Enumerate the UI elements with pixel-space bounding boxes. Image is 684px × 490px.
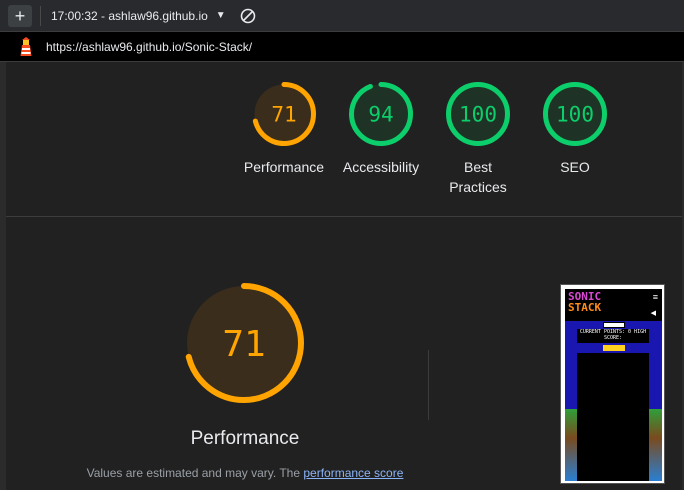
screenshot-canvas: SONIC STACK ≡ ◀ CURRENT POINTS: 0 HIGH S…: [565, 289, 662, 481]
screenshot-header: SONIC STACK ≡ ◀: [565, 289, 662, 321]
vertical-divider: [428, 350, 429, 420]
gauge-score-text: 94: [368, 103, 393, 127]
gauge-label: SEO: [560, 159, 590, 175]
devtools-toolbar: + 17:00:32 - ashlaw96.github.io ▼: [0, 0, 684, 32]
performance-score-link[interactable]: performance score: [303, 466, 403, 480]
menu-icon: ≡: [652, 292, 658, 302]
estimate-note: Values are estimated and may vary. The p…: [70, 466, 420, 480]
gauge-score-text: 71: [222, 324, 265, 365]
clear-icon[interactable]: [240, 8, 256, 24]
speaker-icon: ◀: [650, 310, 656, 317]
screenshot-game-area: [577, 353, 649, 481]
gauge-score-text: 100: [459, 103, 497, 127]
screenshot-difficulty-badge: [603, 345, 625, 351]
gauge-accessibility[interactable]: 94 Accessibility: [331, 81, 431, 177]
report-selector-label[interactable]: 17:00:32 - ashlaw96.github.io: [51, 9, 208, 23]
gauge-seo[interactable]: 100 SEO: [525, 81, 625, 177]
gauge-label: Performance: [243, 159, 325, 175]
screenshot-title: SONIC STACK: [568, 290, 602, 314]
screenshot-button: [603, 322, 625, 328]
gauge-ring: 100: [446, 82, 510, 146]
gauge-best-practices[interactable]: 100 Best Practices: [428, 81, 528, 197]
performance-gauge-large: 71: [184, 283, 304, 403]
gauge-score-text: 100: [556, 103, 594, 127]
screenshot-scenery-right: [649, 409, 662, 481]
screenshot-scenery-left: [565, 409, 577, 481]
gauge-ring: 100: [543, 82, 607, 146]
screenshot-score-panel: CURRENT POINTS: 0 HIGH SCORE:: [577, 329, 649, 343]
add-report-button[interactable]: +: [8, 4, 32, 27]
gauge-performance[interactable]: 71 Performance: [234, 81, 334, 177]
toolbar-separator: [40, 5, 41, 26]
gauge-label: Accessibility: [342, 159, 420, 175]
lighthouse-icon: [20, 36, 32, 56]
url-bar: https://ashlaw96.github.io/Sonic-Stack/: [0, 32, 684, 62]
section-divider: [6, 216, 682, 217]
chevron-down-icon[interactable]: ▼: [216, 10, 226, 21]
gauge-ring: 71: [252, 82, 316, 146]
gauge-ring: 94: [349, 82, 413, 146]
gauge-label: Best Practices: [449, 159, 507, 195]
estimate-note-text: Values are estimated and may vary. The: [86, 466, 304, 480]
page-url[interactable]: https://ashlaw96.github.io/Sonic-Stack/: [46, 40, 252, 54]
final-screenshot-thumbnail[interactable]: SONIC STACK ≡ ◀ CURRENT POINTS: 0 HIGH S…: [560, 284, 665, 484]
gauge-score-text: 71: [271, 103, 296, 127]
performance-heading: Performance: [190, 428, 300, 449]
